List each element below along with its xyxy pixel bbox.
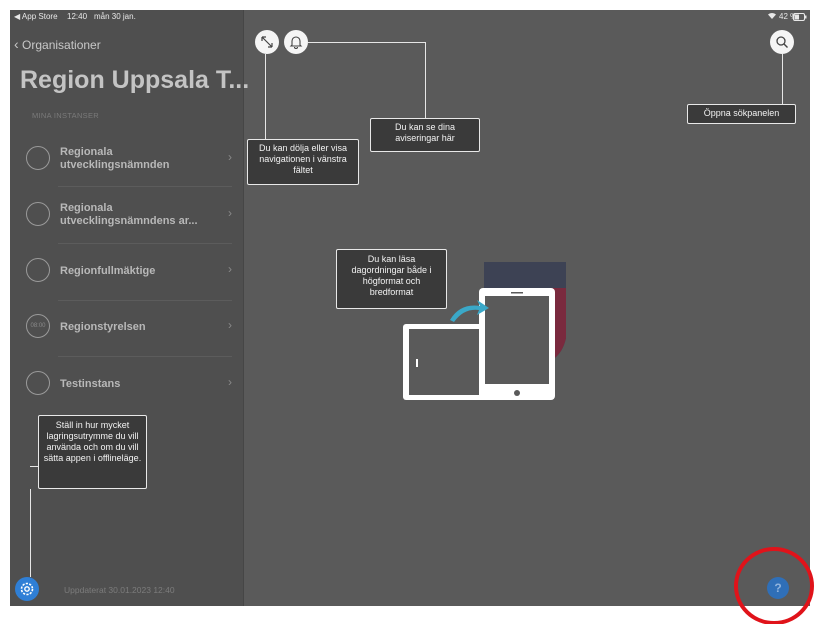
chevron-right-icon: ›	[228, 318, 232, 332]
back-button-label: Organisationer	[22, 38, 101, 52]
notifications-button[interactable]	[284, 30, 308, 54]
page-title: Region Uppsala T...	[20, 66, 250, 94]
status-time: 12:40	[67, 12, 88, 21]
search-icon	[776, 36, 788, 48]
orientation-illustration	[403, 262, 566, 400]
sidebar-divider	[243, 10, 244, 606]
list-separator	[58, 186, 232, 187]
list-item-label: Regionfullmäktige	[60, 264, 156, 277]
list-separator	[58, 356, 232, 357]
list-item-label: Testinstans	[60, 377, 121, 390]
bell-icon	[289, 36, 303, 49]
updated-timestamp: Uppdaterat 30.01.2023 12:40	[64, 585, 175, 595]
list-item-label: Regionala utvecklingsnämnden	[60, 146, 170, 171]
app-screen: ◀ App Store 12:40 mån 30 jan. 42 % ‹ Org…	[10, 10, 810, 606]
highlight-circle	[734, 547, 814, 624]
list-item-regionfullmaktige[interactable]: Regionfullmäktige ›	[26, 248, 232, 294]
status-back-app[interactable]: ◀ App Store	[14, 12, 58, 21]
status-ring-icon	[26, 258, 50, 282]
list-item-testinstans[interactable]: Testinstans ›	[26, 361, 232, 407]
settings-button[interactable]	[15, 577, 39, 601]
meeting-time-badge: 08:00	[26, 314, 50, 338]
callout-connector	[265, 54, 266, 147]
status-date: mån 30 jan.	[94, 12, 136, 21]
status-bar: ◀ App Store 12:40 mån 30 jan. 42 %	[10, 10, 810, 24]
chevron-right-icon: ›	[228, 150, 232, 164]
callout-connector	[308, 42, 426, 43]
section-header: MINA INSTANSER	[32, 111, 99, 120]
list-item-regionala-utvecklingsnamndens-ar[interactable]: Regionala utvecklingsnämndens ar... ›	[26, 192, 232, 238]
list-item-regionstyrelsen[interactable]: 08:00 Regionstyrelsen ›	[26, 304, 232, 350]
battery-icon	[793, 13, 807, 23]
callout-storage: Ställ in hur mycket lagringsutrymme du v…	[38, 415, 147, 489]
callout-connector	[30, 466, 38, 467]
callout-connector	[30, 489, 31, 577]
search-button[interactable]	[770, 30, 794, 54]
callout-notifications: Du kan se dina aviseringar här	[370, 118, 480, 152]
list-separator	[58, 243, 232, 244]
list-separator	[58, 300, 232, 301]
gear-icon	[20, 582, 34, 596]
chevron-right-icon: ›	[228, 206, 232, 220]
callout-connector	[782, 54, 783, 104]
status-ring-icon	[26, 146, 50, 170]
status-ring-icon	[26, 371, 50, 395]
chevron-right-icon: ›	[228, 262, 232, 276]
chevron-right-icon: ›	[228, 375, 232, 389]
expand-arrows-icon	[261, 36, 273, 48]
status-ring-icon	[26, 202, 50, 226]
list-item-label: Regionstyrelsen	[60, 320, 146, 333]
list-item-regionala-utvecklingsnamnden[interactable]: Regionala utvecklingsnämnden ›	[26, 136, 232, 182]
chevron-left-icon: ‹	[14, 36, 19, 52]
callout-nav-toggle: Du kan dölja eller visa navigationen i v…	[247, 139, 359, 185]
wifi-icon	[767, 11, 777, 22]
list-item-label: Regionala utvecklingsnämndens ar...	[60, 202, 198, 227]
back-button[interactable]: ‹ Organisationer	[14, 36, 101, 52]
nav-toggle-button[interactable]	[255, 30, 279, 54]
callout-search: Öppna sökpanelen	[687, 104, 796, 124]
callout-connector	[425, 42, 426, 118]
